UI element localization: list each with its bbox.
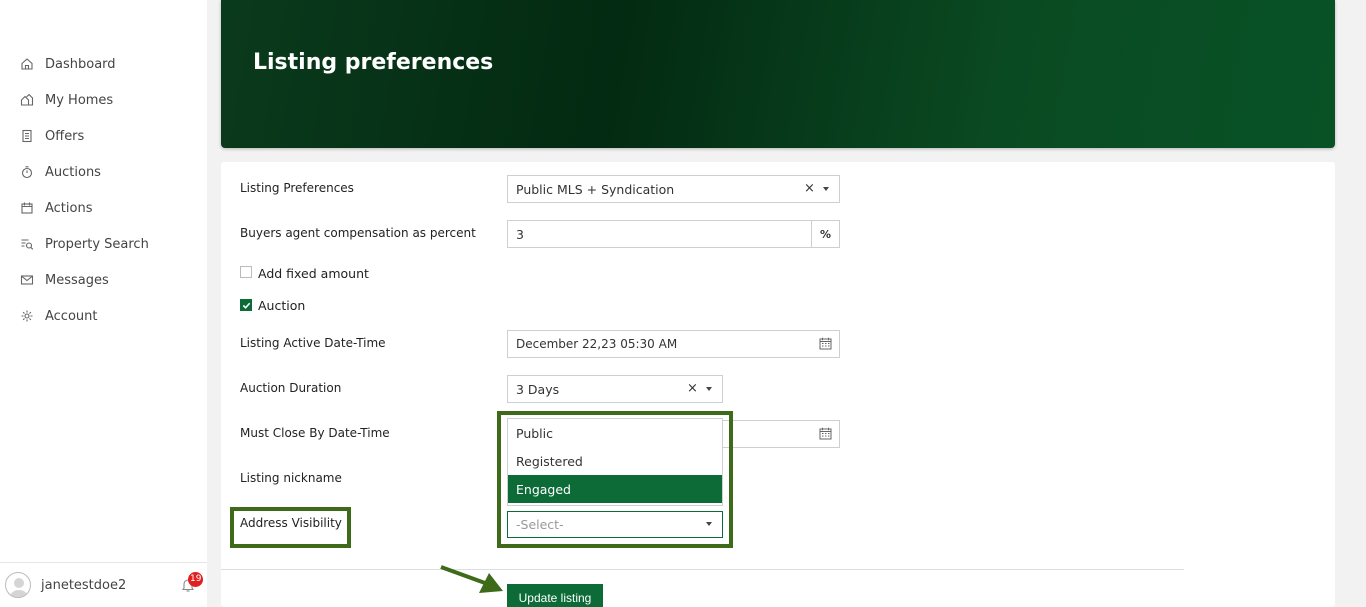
- timer-icon: [20, 165, 34, 179]
- sidebar: Dashboard My Homes Offers Auctions Actio…: [0, 0, 207, 607]
- user-menu[interactable]: janetestdoe2 19: [0, 562, 207, 607]
- page-header: Listing preferences: [221, 0, 1335, 148]
- sidebar-item-label: Property Search: [45, 236, 149, 252]
- document-icon: [20, 129, 34, 143]
- buyers-comp-value: 3: [516, 226, 524, 242]
- sidebar-item-label: Messages: [45, 272, 109, 288]
- sidebar-item-property-search[interactable]: Property Search: [0, 226, 207, 262]
- calendar-icon[interactable]: [819, 427, 832, 440]
- active-date-value: December 22,23 05:30 AM: [516, 337, 678, 351]
- mail-icon: [20, 273, 34, 287]
- must-close-label: Must Close By Date-Time: [240, 426, 390, 440]
- nickname-label: Listing nickname: [240, 471, 342, 485]
- form-divider: [221, 569, 1184, 570]
- search-list-icon: [20, 237, 34, 251]
- chevron-down-icon: [706, 387, 712, 391]
- user-icon: [9, 578, 29, 597]
- add-fixed-amount-checkbox[interactable]: [240, 266, 252, 278]
- clear-icon[interactable]: ×: [804, 181, 815, 196]
- calendar-icon: [20, 201, 34, 215]
- sidebar-item-messages[interactable]: Messages: [0, 262, 207, 298]
- auction-label: Auction: [258, 298, 306, 313]
- update-listing-button[interactable]: Update listing: [507, 584, 603, 607]
- avatar[interactable]: [5, 572, 31, 598]
- percent-addon: %: [811, 221, 839, 247]
- notification-badge: 19: [188, 572, 204, 587]
- auction-duration-label: Auction Duration: [240, 381, 342, 395]
- sidebar-nav: Dashboard My Homes Offers Auctions Actio…: [0, 46, 207, 334]
- listing-preferences-select[interactable]: Public MLS + Syndication ×: [507, 175, 840, 203]
- highlight-address-label: [230, 507, 351, 548]
- username: janetestdoe2: [41, 577, 127, 593]
- sidebar-item-label: Actions: [45, 200, 93, 216]
- listing-form: Listing Preferences Public MLS + Syndica…: [221, 162, 1335, 607]
- highlight-dropdown: [497, 411, 733, 548]
- sidebar-item-label: Offers: [45, 128, 85, 144]
- clear-icon[interactable]: ×: [687, 381, 698, 396]
- sidebar-item-account[interactable]: Account: [0, 298, 207, 334]
- auction-checkbox[interactable]: [240, 299, 252, 311]
- sidebar-item-label: Account: [45, 308, 98, 324]
- sidebar-item-auctions[interactable]: Auctions: [0, 154, 207, 190]
- sidebar-item-my-homes[interactable]: My Homes: [0, 82, 207, 118]
- auction-duration-select[interactable]: 3 Days ×: [507, 375, 723, 403]
- sidebar-item-dashboard[interactable]: Dashboard: [0, 46, 207, 82]
- chevron-down-icon: [823, 187, 829, 191]
- sidebar-item-label: Auctions: [45, 164, 101, 180]
- buyers-comp-label: Buyers agent compensation as percent: [240, 226, 476, 240]
- listing-preferences-label: Listing Preferences: [240, 181, 354, 195]
- houses-icon: [20, 93, 34, 107]
- sidebar-item-label: My Homes: [45, 92, 114, 108]
- listing-preferences-value: Public MLS + Syndication: [516, 181, 675, 197]
- buyers-comp-input[interactable]: 3 %: [507, 220, 840, 248]
- auction-duration-value: 3 Days: [516, 381, 560, 397]
- sidebar-item-actions[interactable]: Actions: [0, 190, 207, 226]
- home-icon: [20, 57, 34, 71]
- gear-icon: [20, 309, 34, 323]
- arrow-icon: [440, 565, 503, 593]
- sidebar-item-offers[interactable]: Offers: [0, 118, 207, 154]
- calendar-icon[interactable]: [819, 337, 832, 350]
- sidebar-item-label: Dashboard: [45, 56, 116, 72]
- active-date-label: Listing Active Date-Time: [240, 336, 386, 350]
- active-date-input[interactable]: December 22,23 05:30 AM: [507, 330, 840, 358]
- checkmark-icon: [242, 302, 251, 309]
- page-title: Listing preferences: [253, 50, 494, 75]
- add-fixed-amount-label: Add fixed amount: [258, 266, 369, 281]
